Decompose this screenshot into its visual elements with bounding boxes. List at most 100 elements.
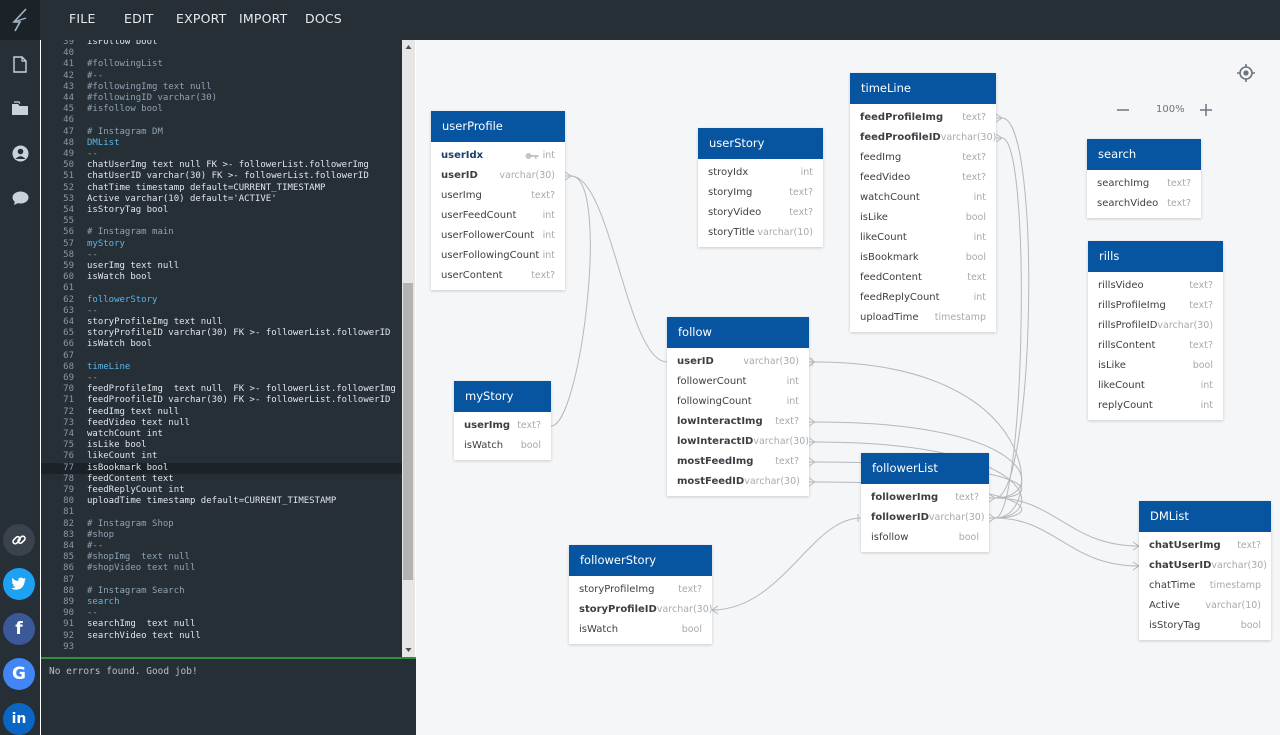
menu-export[interactable]: EXPORT — [176, 0, 226, 40]
code-line[interactable]: #followingList — [87, 59, 163, 70]
code-line[interactable]: uploadTime timestamp default=CURRENT_TIM… — [87, 496, 336, 507]
table-row[interactable]: storyTitle varchar(10) — [698, 223, 823, 243]
code-line[interactable]: followerStory — [87, 295, 157, 306]
table-row[interactable]: followingCount int — [667, 392, 809, 412]
table-DMList[interactable]: DMList chatUserImg text? chatUserID varchar(… — [1139, 501, 1271, 640]
code-line[interactable]: #-- — [87, 71, 103, 82]
table-title[interactable]: DMList — [1139, 501, 1271, 532]
twitter-icon[interactable] — [3, 568, 35, 600]
code-line[interactable]: #followingID varchar(30) — [87, 93, 217, 104]
table-row[interactable]: chatUserID varchar(30) — [1139, 556, 1271, 576]
table-row[interactable]: userContent text? — [431, 266, 565, 286]
code-line[interactable]: -- — [87, 306, 98, 317]
code-line[interactable]: isLike bool — [87, 440, 147, 451]
table-title[interactable]: userStory — [698, 128, 823, 159]
table-row[interactable]: userIdx int — [431, 146, 565, 166]
table-row[interactable]: isWatch bool — [569, 620, 712, 640]
table-row[interactable]: rillsVideo text? — [1088, 276, 1223, 296]
code-line[interactable]: search — [87, 597, 120, 608]
code-line[interactable]: #followingImg text null — [87, 82, 212, 93]
table-row[interactable]: isBookmark bool — [850, 248, 996, 268]
table-row[interactable]: userImg text? — [454, 416, 551, 436]
zoom-out-button[interactable] — [1116, 102, 1132, 118]
google-icon[interactable]: G — [3, 658, 35, 690]
code-line[interactable]: # Instagram main — [87, 227, 174, 238]
table-row[interactable]: storyProfileImg text? — [569, 580, 712, 600]
code-line[interactable]: #shopVideo text null — [87, 563, 195, 574]
table-row[interactable]: followerImg text? — [861, 488, 989, 508]
code-line[interactable]: chatTime timestamp default=CURRENT_TIMES… — [87, 183, 325, 194]
code-line[interactable]: #shopImg text null — [87, 552, 190, 563]
table-row[interactable]: storyVideo text? — [698, 203, 823, 223]
table-followerList[interactable]: followerList followerImg text? followerID va… — [861, 453, 989, 552]
table-title[interactable]: myStory — [454, 381, 551, 412]
code-line[interactable]: feedVideo text null — [87, 418, 190, 429]
table-row[interactable]: chatUserImg text? — [1139, 536, 1271, 556]
table-row[interactable]: userFollowingCount int — [431, 246, 565, 266]
code-line[interactable]: isStoryTag bool — [87, 205, 168, 216]
table-followerStory[interactable]: followerStory storyProfileImg text? storyPr… — [569, 545, 712, 644]
table-row[interactable]: searchImg text? — [1087, 174, 1201, 194]
code-line[interactable]: isBookmark bool — [87, 463, 168, 474]
code-line[interactable]: storyProfileImg text null — [87, 317, 222, 328]
table-row[interactable]: userFeedCount int — [431, 206, 565, 226]
table-row[interactable]: userID varchar(30) — [431, 166, 565, 186]
table-title[interactable]: followerStory — [569, 545, 712, 576]
zoom-in-button[interactable] — [1199, 102, 1215, 118]
code-line[interactable]: isFollow bool — [87, 40, 157, 48]
code-line[interactable]: # Instagram DM — [87, 127, 163, 138]
table-title[interactable]: follow — [667, 317, 809, 348]
menu-import[interactable]: IMPORT — [239, 0, 287, 40]
table-row[interactable]: storyImg text? — [698, 183, 823, 203]
table-row[interactable]: replyCount int — [1088, 396, 1223, 416]
table-row[interactable]: followerCount int — [667, 372, 809, 392]
code-line[interactable]: feedReplyCount int — [87, 485, 185, 496]
code-line[interactable]: -- — [87, 608, 98, 619]
table-row[interactable]: stroyIdx int — [698, 163, 823, 183]
code-line[interactable]: feedContent text — [87, 474, 174, 485]
code-line[interactable]: # Instagram Shop — [87, 519, 174, 530]
menu-file[interactable]: FILE — [69, 0, 96, 40]
code-line[interactable]: Active varchar(10) default='ACTIVE' — [87, 194, 277, 205]
table-row[interactable]: likeCount int — [1088, 376, 1223, 396]
code-line[interactable]: isWatch bool — [87, 339, 152, 350]
table-userProfile[interactable]: userProfile userIdx int userID varchar(30) us… — [431, 111, 565, 290]
table-row[interactable]: chatTime timestamp — [1139, 576, 1271, 596]
code-line[interactable]: storyProfileID varchar(30) FK >- followe… — [87, 328, 390, 339]
code-line[interactable]: timeLine — [87, 362, 130, 373]
comment-icon[interactable] — [8, 186, 32, 210]
code-line[interactable]: chatUserImg text null FK >- followerList… — [87, 160, 369, 171]
code-line[interactable]: -- — [87, 250, 98, 261]
code-line[interactable]: feedProofileID varchar(30) FK >- followe… — [87, 395, 390, 406]
code-line[interactable]: searchVideo text null — [87, 631, 201, 642]
menu-docs[interactable]: DOCS — [305, 0, 342, 40]
code-line[interactable]: #isfollow bool — [87, 104, 163, 115]
menu-edit[interactable]: EDIT — [124, 0, 154, 40]
code-line[interactable]: #shop — [87, 530, 114, 541]
table-timeLine[interactable]: timeLine feedProfileImg text? feedProofileI… — [850, 73, 996, 332]
code-line[interactable]: searchImg text null — [87, 619, 195, 630]
table-row[interactable]: rillsProfileID varchar(30) — [1088, 316, 1223, 336]
table-row[interactable]: uploadTime timestamp — [850, 308, 996, 328]
table-row[interactable]: userID varchar(30) — [667, 352, 809, 372]
diagram-canvas[interactable]: 100% userProfile userIdx int userID varchar(… — [416, 40, 1280, 735]
code-line[interactable]: -- — [87, 373, 98, 384]
table-row[interactable]: Active varchar(10) — [1139, 596, 1271, 616]
table-row[interactable]: followerID varchar(30) — [861, 508, 989, 528]
table-row[interactable]: mostFeedID varchar(30) — [667, 472, 809, 492]
table-title[interactable]: rills — [1088, 241, 1223, 272]
table-title[interactable]: timeLine — [850, 73, 996, 104]
table-title[interactable]: followerList — [861, 453, 989, 484]
table-row[interactable]: feedVideo text? — [850, 168, 996, 188]
table-row[interactable]: rillsContent text? — [1088, 336, 1223, 356]
editor-scrollbar-thumb[interactable] — [403, 283, 413, 580]
table-row[interactable]: storyProfileID varchar(30) — [569, 600, 712, 620]
code-line[interactable]: feedProfileImg text null FK >- followerL… — [87, 384, 396, 395]
table-row[interactable]: userImg text? — [431, 186, 565, 206]
table-row[interactable]: feedProfileImg text? — [850, 108, 996, 128]
table-row[interactable]: userFollowerCount int — [431, 226, 565, 246]
code-line[interactable]: DMList — [87, 138, 120, 149]
user-icon[interactable] — [8, 141, 32, 165]
table-row[interactable]: isLike bool — [1088, 356, 1223, 376]
table-row[interactable]: feedContent text — [850, 268, 996, 288]
